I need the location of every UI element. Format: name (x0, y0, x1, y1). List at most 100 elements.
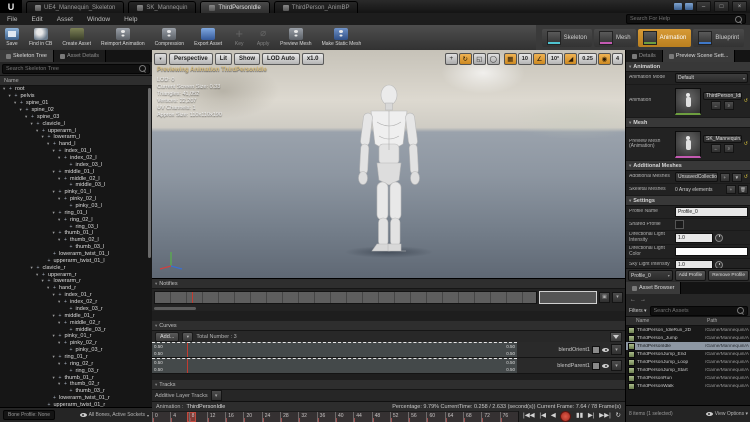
save-collection-icon[interactable]: ▼ (732, 173, 742, 182)
transform-tool-button[interactable]: ◯ (487, 53, 500, 65)
timeline-ruler[interactable]: 0 4 8 12 16 20 24 28 32 36 (152, 411, 518, 422)
skeleton-search-input[interactable] (3, 66, 139, 72)
skeleton-tree-row[interactable]: ▾ + middle_01_r (0, 312, 152, 319)
bone-profile-button[interactable]: Bone Profile: None (3, 410, 55, 420)
curve-filter-icon[interactable] (610, 332, 622, 342)
animation-asset-thumbnail[interactable] (675, 88, 701, 115)
skeleton-tree-row[interactable]: ▾ + hand_l (0, 141, 152, 148)
directional-light-color-swatch[interactable] (675, 247, 748, 256)
transform-tool-button[interactable]: + (445, 53, 458, 65)
skeleton-tree-row[interactable]: ▾ + ring_02_l (0, 216, 152, 223)
curves-section-header[interactable]: Curves (152, 321, 625, 331)
transform-tool-button[interactable]: ↻ (459, 53, 472, 65)
document-tab[interactable]: UE4_Mannequin_Skeleton (26, 1, 124, 13)
panel-tab[interactable]: Preview Scene Sett... (663, 50, 736, 62)
asset-search-input[interactable] (651, 308, 737, 314)
preview-mesh-dropdown[interactable]: SK_Mannequin▾ (703, 135, 742, 143)
skeleton-tree-row[interactable]: ▾ + pelvis (0, 93, 152, 100)
profile-dropdown[interactable]: Profile_0▾ (628, 270, 673, 281)
skeleton-tree-row[interactable]: ▾ + ring_02_r (0, 360, 152, 367)
help-search-input[interactable] (627, 16, 735, 22)
menu-item[interactable]: Asset (50, 16, 80, 23)
asset-row[interactable]: ThirdPersonRun /Game/Mannequin/An... (626, 374, 750, 382)
menu-item[interactable]: Window (80, 16, 117, 23)
dial-icon[interactable] (715, 234, 723, 242)
add-element-icon[interactable]: + (726, 185, 736, 194)
playback-button[interactable]: ▶▶| (599, 413, 611, 420)
mode-button[interactable]: Skeleton (542, 29, 592, 47)
add-curve-dropdown[interactable]: ▾ (182, 332, 193, 342)
mode-button[interactable]: Blueprint (693, 29, 744, 47)
snap-value-button[interactable]: 10 (518, 53, 532, 65)
playback-button[interactable] (560, 411, 571, 422)
animation-asset-dropdown[interactable]: ThirdPerson_IdleRun_2D▾ (703, 92, 742, 100)
viewport-3d[interactable]: ▾ Perspective Lit Show LOD Auto x1.0 (152, 50, 625, 278)
skeleton-tree-row[interactable]: ▾ + ring_01_l (0, 209, 152, 216)
skeleton-tree-row[interactable]: ▾ + clavicle_l (0, 120, 152, 127)
asset-row[interactable]: ThirdPerson_IdleRun_2D /Game/Mannequin/A… (626, 326, 750, 334)
column-name[interactable]: Name (626, 318, 707, 324)
reset-to-default-icon[interactable]: ↺ (744, 174, 748, 180)
reset-to-default-icon[interactable]: ↺ (744, 98, 748, 104)
menu-item[interactable]: File (0, 16, 24, 23)
directional-light-intensity-input[interactable]: 1.0 (675, 233, 713, 243)
playhead-line[interactable] (187, 359, 188, 373)
skeleton-tree-row[interactable]: ▾ + upperarm_r (0, 271, 152, 278)
mode-button[interactable]: Mesh (594, 29, 636, 47)
mannequin-character[interactable] (353, 84, 425, 256)
skeleton-tree-row[interactable]: ▾ + lowerarm_l (0, 134, 152, 141)
skeleton-tree-row[interactable]: ▾ + ring_03_r (0, 367, 152, 374)
skeleton-tree-row[interactable]: ▾ + spine_02 (0, 107, 152, 114)
skeleton-tree-row[interactable]: ▾ + upperarm_twist_01_l (0, 257, 152, 264)
additive-layer-dropdown[interactable]: ▾ (211, 390, 222, 401)
skeleton-tree-row[interactable]: ▾ + middle_03_l (0, 182, 152, 189)
viewport-menu-button[interactable]: LOD Auto (262, 53, 300, 65)
notify-track-add-button[interactable]: ▣ (599, 292, 610, 303)
remove-profile-button[interactable]: Remove Profile (708, 270, 749, 281)
notify-track-options-button[interactable]: ▾ (612, 292, 623, 303)
curve-name-label[interactable]: blendParent1 (520, 363, 590, 369)
skeleton-tree-row[interactable]: ▾ + thumb_02_r (0, 381, 152, 388)
skeleton-tree-row[interactable]: ▾ + lowerarm_twist_01_r (0, 395, 152, 402)
viewport-menu-button[interactable]: Show (234, 53, 260, 65)
toolbar-button[interactable]: Apply (251, 26, 275, 50)
viewport-menu-button[interactable]: Lit (215, 53, 232, 65)
tree-column-header[interactable]: Name (0, 75, 152, 86)
playback-button[interactable]: ↻ (616, 413, 621, 420)
skeleton-tree-row[interactable]: ▾ + lowerarm_twist_01_l (0, 251, 152, 258)
skeleton-tree-row[interactable]: ▾ + upperarm_twist_01_r (0, 402, 152, 407)
toolbar-button[interactable]: Find in CB (24, 26, 57, 50)
toolbar-button[interactable]: Create Asset (57, 26, 96, 50)
asset-browser-tab[interactable]: Asset Browser (626, 282, 681, 294)
skeleton-tree-row[interactable]: ▾ + index_01_r (0, 292, 152, 299)
shared-profile-checkbox[interactable] (675, 220, 684, 229)
asset-row[interactable]: ThirdPersonJump_Loop /Game/Mannequin/An.… (626, 358, 750, 366)
curve-color-swatch[interactable] (592, 362, 600, 370)
skeleton-tree-row[interactable]: ▾ + hand_r (0, 285, 152, 292)
skeleton-tree-row[interactable]: ▾ + ring_01_r (0, 354, 152, 361)
skeleton-tree-row[interactable]: ▾ + thumb_03_r (0, 388, 152, 395)
browse-to-asset-icon[interactable]: ← (711, 144, 721, 153)
skeleton-tree-row[interactable]: ▾ + thumb_02_l (0, 237, 152, 244)
notifies-track[interactable] (154, 291, 537, 304)
skeleton-tree-row[interactable]: ▾ + pinky_03_l (0, 203, 152, 210)
playhead-line[interactable] (187, 343, 188, 357)
feedback-icon[interactable] (674, 3, 682, 10)
viewport-options-button[interactable]: ▾ (154, 53, 167, 65)
animation-section-header[interactable]: Animation (626, 62, 750, 72)
snap-toggle-icon[interactable]: ▦ (504, 53, 517, 65)
clear-array-icon[interactable]: 🗑 (738, 185, 748, 194)
curve-visibility-eye-icon[interactable] (602, 348, 609, 352)
skeleton-tree-row[interactable]: ▾ + pinky_02_l (0, 196, 152, 203)
asset-list-columns[interactable]: Name Path (626, 316, 750, 326)
curve-options-button[interactable]: ▾ (611, 344, 622, 355)
playback-button[interactable]: |◀ (539, 413, 546, 420)
filters-dropdown[interactable]: Filters ▾ (629, 308, 647, 314)
column-path[interactable]: Path (707, 318, 750, 324)
snap-value-button[interactable]: 4 (612, 53, 623, 65)
skeleton-tree-row[interactable]: ▾ + spine_03 (0, 113, 152, 120)
panel-tab[interactable]: Asset Details (54, 50, 106, 62)
toolbar-button[interactable]: Save (0, 26, 24, 50)
skeleton-tree-row[interactable]: ▾ + index_03_r (0, 306, 152, 313)
toolbar-button[interactable]: Key (227, 26, 251, 50)
